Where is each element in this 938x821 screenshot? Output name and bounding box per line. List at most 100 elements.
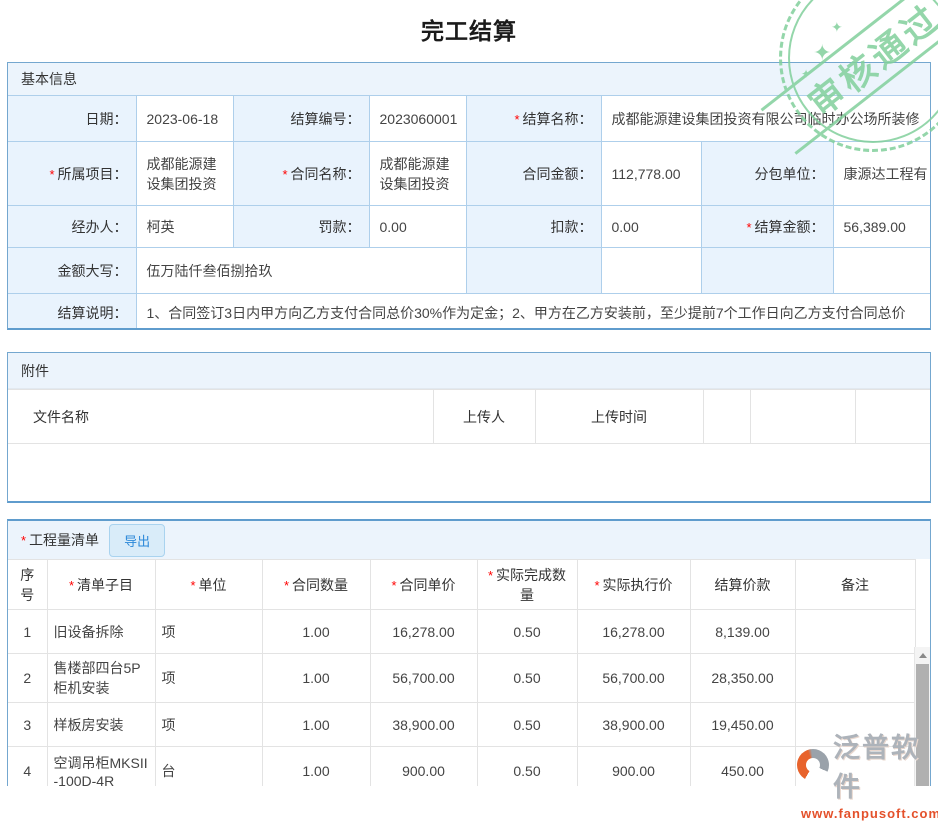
watermark-url: www.fanpusoft.com bbox=[797, 806, 938, 821]
amount-in-words-label: 金额大写： bbox=[8, 248, 136, 294]
boq-header: *工程量清单 导出 bbox=[8, 521, 930, 559]
empty-value-cell bbox=[601, 248, 701, 294]
basic-info-section: 基本信息 日期： 2023-06-18 结算编号： 2023060001 *结算… bbox=[7, 62, 931, 330]
cell-unit: 项 bbox=[155, 610, 262, 654]
cell-item: 样板房安装 bbox=[47, 703, 155, 747]
date-label: 日期： bbox=[8, 96, 136, 142]
table-scrollbar[interactable] bbox=[914, 647, 930, 786]
cell-item: 旧设备拆除 bbox=[47, 610, 155, 654]
col-empty bbox=[750, 390, 855, 444]
project-label: *所属项目： bbox=[8, 142, 136, 206]
cell-contract-price: 56,700.00 bbox=[370, 654, 477, 703]
form-row: 经办人： 柯英 罚款： 0.00 扣款： 0.00 *结算金额： 56,389.… bbox=[8, 206, 930, 248]
boq-section: *工程量清单 导出 序号 *清单子目 *单位 *合同数量 *合同单价 *实际完成… bbox=[7, 519, 931, 786]
basic-info-title: 基本信息 bbox=[21, 69, 77, 89]
cell-actual-qty: 0.50 bbox=[477, 703, 577, 747]
col-empty bbox=[855, 390, 930, 444]
cell-settle-amount: 450.00 bbox=[690, 747, 795, 787]
boq-body: 序号 *清单子目 *单位 *合同数量 *合同单价 *实际完成数量 *实际执行价 … bbox=[8, 559, 930, 786]
boq-row-4: 4 空调吊柜MKSII-100D-4R 台 1.00 900.00 0.50 9… bbox=[8, 747, 915, 787]
cell-actual-price: 16,278.00 bbox=[577, 610, 690, 654]
scrollbar-thumb[interactable] bbox=[916, 664, 929, 786]
attachments-title: 附件 bbox=[21, 361, 49, 381]
boq-col-unit: *单位 bbox=[155, 560, 262, 610]
attachments-header-row: 文件名称 上传人 上传时间 bbox=[8, 390, 930, 444]
boq-header-row: 序号 *清单子目 *单位 *合同数量 *合同单价 *实际完成数量 *实际执行价 … bbox=[8, 560, 915, 610]
boq-row-2: 2 售楼部四台5P柜机安装 项 1.00 56,700.00 0.50 56,7… bbox=[8, 654, 915, 703]
required-marker: * bbox=[488, 568, 493, 583]
col-upload-time: 上传时间 bbox=[535, 390, 703, 444]
boq-table: 序号 *清单子目 *单位 *合同数量 *合同单价 *实际完成数量 *实际执行价 … bbox=[8, 559, 916, 786]
boq-row-3: 3 样板房安装 项 1.00 38,900.00 0.50 38,900.00 … bbox=[8, 703, 915, 747]
cell-no: 1 bbox=[8, 610, 47, 654]
form-row: 结算说明： 1、合同签订3日内甲方向乙方支付合同总价30%作为定金；2、甲方在乙… bbox=[8, 294, 930, 331]
cell-settle-amount: 28,350.00 bbox=[690, 654, 795, 703]
export-button[interactable]: 导出 bbox=[109, 524, 165, 557]
boq-col-contract-qty: *合同数量 bbox=[262, 560, 370, 610]
cell-actual-qty: 0.50 bbox=[477, 747, 577, 787]
cell-unit: 项 bbox=[155, 654, 262, 703]
boq-col-contract-price: *合同单价 bbox=[370, 560, 477, 610]
settlement-no-value: 2023060001 bbox=[369, 96, 466, 142]
required-marker: * bbox=[190, 578, 195, 593]
page-title: 完工结算 bbox=[0, 0, 938, 46]
penalty-value: 0.00 bbox=[369, 206, 466, 248]
col-uploader: 上传人 bbox=[433, 390, 535, 444]
contract-name-value: 成都能源建设集团投资 bbox=[369, 142, 466, 206]
cell-remark bbox=[795, 703, 915, 747]
cell-contract-price: 38,900.00 bbox=[370, 703, 477, 747]
required-marker: * bbox=[746, 220, 751, 235]
deduction-label: 扣款： bbox=[466, 206, 601, 248]
cell-remark bbox=[795, 654, 915, 703]
cell-unit: 台 bbox=[155, 747, 262, 787]
contract-amount-label: 合同金额： bbox=[466, 142, 601, 206]
cell-no: 4 bbox=[8, 747, 47, 787]
required-marker: * bbox=[594, 578, 599, 593]
form-row: *所属项目： 成都能源建设集团投资 *合同名称： 成都能源建设集团投资 合同金额… bbox=[8, 142, 930, 206]
required-marker: * bbox=[514, 112, 519, 127]
form-row: 金额大写： 伍万陆仟叁佰捌拾玖 bbox=[8, 248, 930, 294]
penalty-label: 罚款： bbox=[233, 206, 369, 248]
cell-contract-qty: 1.00 bbox=[262, 610, 370, 654]
cell-actual-qty: 0.50 bbox=[477, 654, 577, 703]
project-value: 成都能源建设集团投资 bbox=[136, 142, 233, 206]
cell-contract-qty: 1.00 bbox=[262, 703, 370, 747]
boq-col-remark: 备注 bbox=[795, 560, 915, 610]
settlement-amount-label: *结算金额： bbox=[701, 206, 833, 248]
cell-contract-qty: 1.00 bbox=[262, 654, 370, 703]
cell-actual-price: 38,900.00 bbox=[577, 703, 690, 747]
boq-col-settle-amount: 结算价款 bbox=[690, 560, 795, 610]
handler-label: 经办人： bbox=[8, 206, 136, 248]
contract-amount-value: 112,778.00 bbox=[601, 142, 701, 206]
cell-unit: 项 bbox=[155, 703, 262, 747]
col-empty bbox=[703, 390, 750, 444]
basic-info-form: 日期： 2023-06-18 结算编号： 2023060001 *结算名称： 成… bbox=[8, 95, 930, 330]
settlement-note-label: 结算说明： bbox=[8, 294, 136, 331]
required-marker: * bbox=[21, 533, 26, 548]
required-marker: * bbox=[391, 578, 396, 593]
cell-settle-amount: 8,139.00 bbox=[690, 610, 795, 654]
cell-item: 空调吊柜MKSII-100D-4R bbox=[47, 747, 155, 787]
boq-col-no: 序号 bbox=[8, 560, 47, 610]
boq-row-1: 1 旧设备拆除 项 1.00 16,278.00 0.50 16,278.00 … bbox=[8, 610, 915, 654]
cell-actual-qty: 0.50 bbox=[477, 610, 577, 654]
settlement-no-label: 结算编号： bbox=[233, 96, 369, 142]
basic-info-header: 基本信息 bbox=[8, 63, 930, 95]
required-marker: * bbox=[69, 578, 74, 593]
empty-label-cell bbox=[466, 248, 601, 294]
chevron-up-icon bbox=[919, 653, 927, 658]
boq-col-actual-price: *实际执行价 bbox=[577, 560, 690, 610]
cell-remark bbox=[795, 747, 915, 787]
cell-remark bbox=[795, 610, 915, 654]
cell-contract-qty: 1.00 bbox=[262, 747, 370, 787]
required-marker: * bbox=[284, 578, 289, 593]
cell-settle-amount: 19,450.00 bbox=[690, 703, 795, 747]
settlement-note-value: 1、合同签订3日内甲方向乙方支付合同总价30%作为定金；2、甲方在乙方安装前，至… bbox=[136, 294, 930, 331]
deduction-value: 0.00 bbox=[601, 206, 701, 248]
subcontractor-label: 分包单位： bbox=[701, 142, 833, 206]
attachments-header: 附件 bbox=[8, 353, 930, 389]
empty-value-cell bbox=[833, 248, 930, 294]
scroll-up-button[interactable] bbox=[915, 647, 930, 664]
cell-contract-price: 16,278.00 bbox=[370, 610, 477, 654]
amount-in-words-value: 伍万陆仟叁佰捌拾玖 bbox=[136, 248, 466, 294]
